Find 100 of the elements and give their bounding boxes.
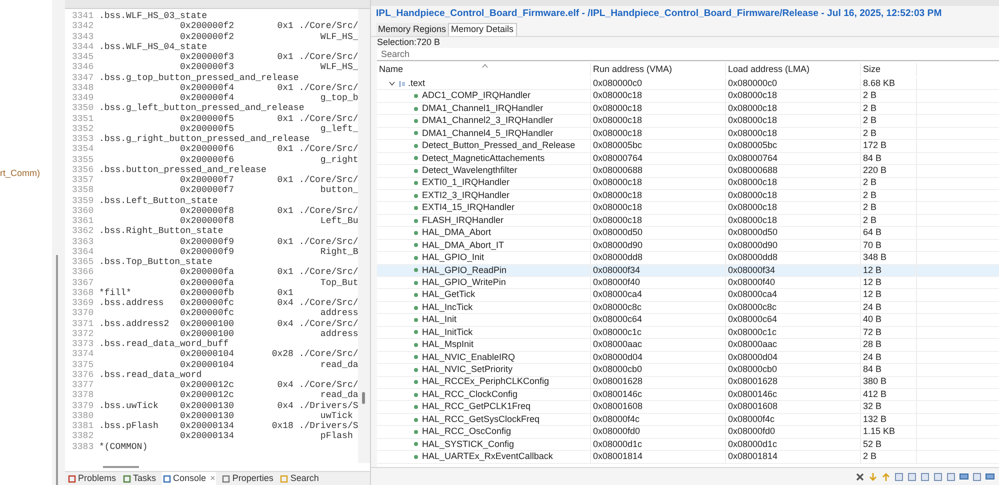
table-row[interactable]: Detect_Button_Pressed_and_Release 0x080005bc 0x080005bc 172 B [377, 140, 999, 153]
table-row[interactable]: FLASH_IRQHandler 0x08000c18 0x08000c18 2 B [377, 214, 999, 228]
table-row[interactable]: EXTI0_1_IRQHandler 0x08000c18 0x08000c18 2 B [377, 178, 999, 190]
column-header[interactable]: Size [861, 62, 917, 76]
table-cell-text: 0x08000aac [728, 338, 778, 352]
table-row[interactable]: HAL_UARTEx_RxEventCallback 0x08001814 0x08001814 2 B [377, 451, 999, 464]
table-row[interactable]: HAL_RCC_GetSysClockFreq 0x08000f4c 0x08000f4c 132 B [377, 414, 999, 426]
tab-icon [280, 474, 288, 482]
table-row[interactable]: HAL_NVIC_EnableIRQ 0x08000d04 0x08000d04 24 B [377, 352, 999, 364]
table-row[interactable]: HAL_GPIO_ReadPin 0x08000f34 0x08000f34 12 B [377, 264, 999, 277]
panel-tab[interactable]: Properties [221, 472, 274, 485]
table-cell-text: 0x08000c18 [593, 214, 642, 227]
table-cell-text: 28 B [863, 338, 882, 352]
table-row[interactable]: HAL_MspInit 0x08000aac 0x08000aac 28 B [377, 339, 999, 352]
table-cell-text: 0x08001608 [728, 400, 778, 414]
bullet-icon [414, 206, 418, 210]
table-cell-text: 2 B [863, 214, 877, 227]
table-cell-text: 0x08000c18 [728, 188, 778, 202]
bullet-icon [414, 418, 418, 422]
table-cell-text: 2 B [863, 126, 877, 140]
table-row[interactable]: HAL_NVIC_SetPriority 0x08000cb0 0x08000cb0 84 B [377, 364, 999, 376]
close-icon[interactable]: × [210, 472, 216, 485]
table-cell-text: 2 B [863, 188, 877, 202]
table-cell-text: 64 B [863, 226, 882, 240]
symbol-name: Detect_Wavelengthfilter [422, 164, 518, 178]
table-row[interactable]: HAL_RCC_OscConfig 0x08000fd0 0x08000fd0 1.15 KB [377, 426, 999, 439]
table-cell-text: 2 B [863, 114, 877, 128]
bullet-icon [414, 119, 418, 124]
symbol-name: ADC1_COMP_IRQHandler [422, 89, 531, 102]
column-header[interactable]: Load address (LMA) [726, 62, 861, 76]
search-field[interactable]: Search [377, 48, 999, 61]
table-row[interactable]: DMA1_Channel1_IRQHandler 0x08000c18 0x08000c18 2 B [377, 102, 999, 116]
table-row[interactable]: HAL_GetTick 0x08000ca4 0x08000ca4 12 B [377, 289, 999, 302]
table-row[interactable]: .text 0x080000c0 0x080000c0 8.68 KB [377, 78, 999, 90]
table-row[interactable]: Detect_MagneticAttachements 0x08000764 0x08000764 84 B [377, 152, 999, 166]
table-row[interactable]: DMA1_Channel2_3_IRQHandler 0x08000c18 0x08000c18 2 B [377, 115, 999, 128]
bullet-icon [414, 131, 418, 136]
bullet-icon [414, 342, 418, 347]
scrollbar-thumb[interactable] [362, 392, 365, 404]
table-cell-text: 2 B [863, 89, 877, 102]
table-cell-text: 0x08000c18 [593, 201, 642, 214]
table-row[interactable]: DMA1_Channel4_5_IRQHandler 0x08000c18 0x08000c18 2 B [377, 128, 999, 140]
table-row[interactable]: HAL_DMA_Abort 0x08000d50 0x08000d50 64 B [377, 227, 999, 240]
window-icon[interactable] [972, 472, 982, 482]
symbol-name: HAL_InitTick [422, 326, 473, 339]
table-cell-text: 132 B [863, 412, 887, 426]
table-cell-text: 0x08000d04 [728, 350, 778, 364]
table-row[interactable]: HAL_GPIO_WritePin 0x08000f40 0x08000f40 12 B [377, 277, 999, 290]
panel-tab[interactable]: Console × [162, 472, 216, 485]
table-row[interactable]: HAL_RCC_ClockConfig 0x0800146c 0x0800146c 412 B [377, 388, 999, 402]
column-header[interactable]: Run address (VMA) [591, 62, 726, 76]
panel-tab[interactable]: Problems [67, 472, 118, 485]
table-row[interactable]: HAL_Init 0x08000c64 0x08000c64 40 B [377, 314, 999, 327]
table-row[interactable]: EXTI4_15_IRQHandler 0x08000c18 0x08000c18 2 B [377, 202, 999, 215]
table-row[interactable]: HAL_RCCEx_PeriphCLKConfig 0x08001628 0x08001628 380 B [377, 376, 999, 389]
symbol-name: HAL_NVIC_SetPriority [422, 363, 513, 376]
table-row[interactable]: ADC1_COMP_IRQHandler 0x08000c18 0x08000c18 2 B [377, 90, 999, 103]
symbol-name: HAL_UARTEx_RxEventCallback [422, 450, 553, 464]
bullet-icon [414, 94, 418, 98]
arrow-up-icon[interactable] [881, 472, 891, 482]
table-row[interactable]: HAL_InitTick 0x08000c1c 0x08000c1c 72 B [377, 326, 999, 340]
bullet-icon [414, 256, 418, 260]
table-cell-text: 0x080005bc [593, 139, 642, 152]
column-header[interactable]: Name [377, 62, 591, 76]
view-tab[interactable]: Memory Details [448, 23, 517, 36]
symbol-name: HAL_RCC_GetSysClockFreq [422, 412, 540, 426]
table-cell-text: 412 B [863, 388, 887, 401]
table-cell-text: 32 B [863, 400, 882, 414]
table-cell-text: 12 B [863, 276, 882, 289]
bullet-icon [414, 442, 418, 446]
symbol-name: EXTI0_1_IRQHandler [422, 176, 510, 190]
table-cell-text: 24 B [863, 300, 882, 314]
monitor-icon[interactable] [985, 472, 995, 482]
table-cell-text: 0x08000c18 [593, 89, 642, 102]
table-cell-text: 0x08000cb0 [728, 363, 778, 376]
table-row[interactable]: HAL_IncTick 0x08000c8c 0x08000c8c 24 B [377, 302, 999, 314]
project-label: rt_Comm) [0, 167, 41, 180]
table-cell-text: 0x08001628 [728, 375, 778, 388]
symbol-name: HAL_RCC_OscConfig [422, 425, 512, 438]
table-cell-text: 172 B [863, 139, 887, 152]
symbol-name: HAL_IncTick [422, 300, 473, 314]
panel-tab[interactable]: Tasks [122, 472, 158, 485]
table-row[interactable]: HAL_DMA_Abort_IT 0x08000d90 0x08000d90 70 B [377, 240, 999, 252]
monitor-icon[interactable] [959, 472, 969, 482]
bullet-icon [414, 430, 418, 434]
bullet-icon [414, 194, 418, 198]
panel-tab[interactable]: Search [279, 472, 320, 485]
table-cell-text: 0x08000f34 [728, 264, 776, 277]
bullet-icon [414, 243, 418, 248]
view-tab[interactable]: Memory Regions [376, 23, 448, 36]
table-row[interactable]: HAL_GPIO_Init 0x08000dd8 0x08000dd8 348 B [377, 252, 999, 265]
sort-icon [482, 64, 488, 68]
chevron-icon[interactable] [389, 81, 395, 86]
scrollbar-thumb[interactable] [103, 466, 139, 468]
close-icon[interactable] [855, 472, 865, 482]
table-cell-text: 0x08000c1c [593, 326, 642, 339]
table-row[interactable]: HAL_RCC_GetPCLK1Freq 0x08001608 0x08001608 32 B [377, 401, 999, 414]
table-row[interactable]: HAL_SYSTICK_Config 0x08000d1c 0x08000d1c 52 B [377, 438, 999, 452]
table-row[interactable]: EXTI2_3_IRQHandler 0x08000c18 0x08000c18 2 B [377, 190, 999, 202]
table-row[interactable]: Detect_Wavelengthfilter 0x08000688 0x08000688 220 B [377, 165, 999, 178]
